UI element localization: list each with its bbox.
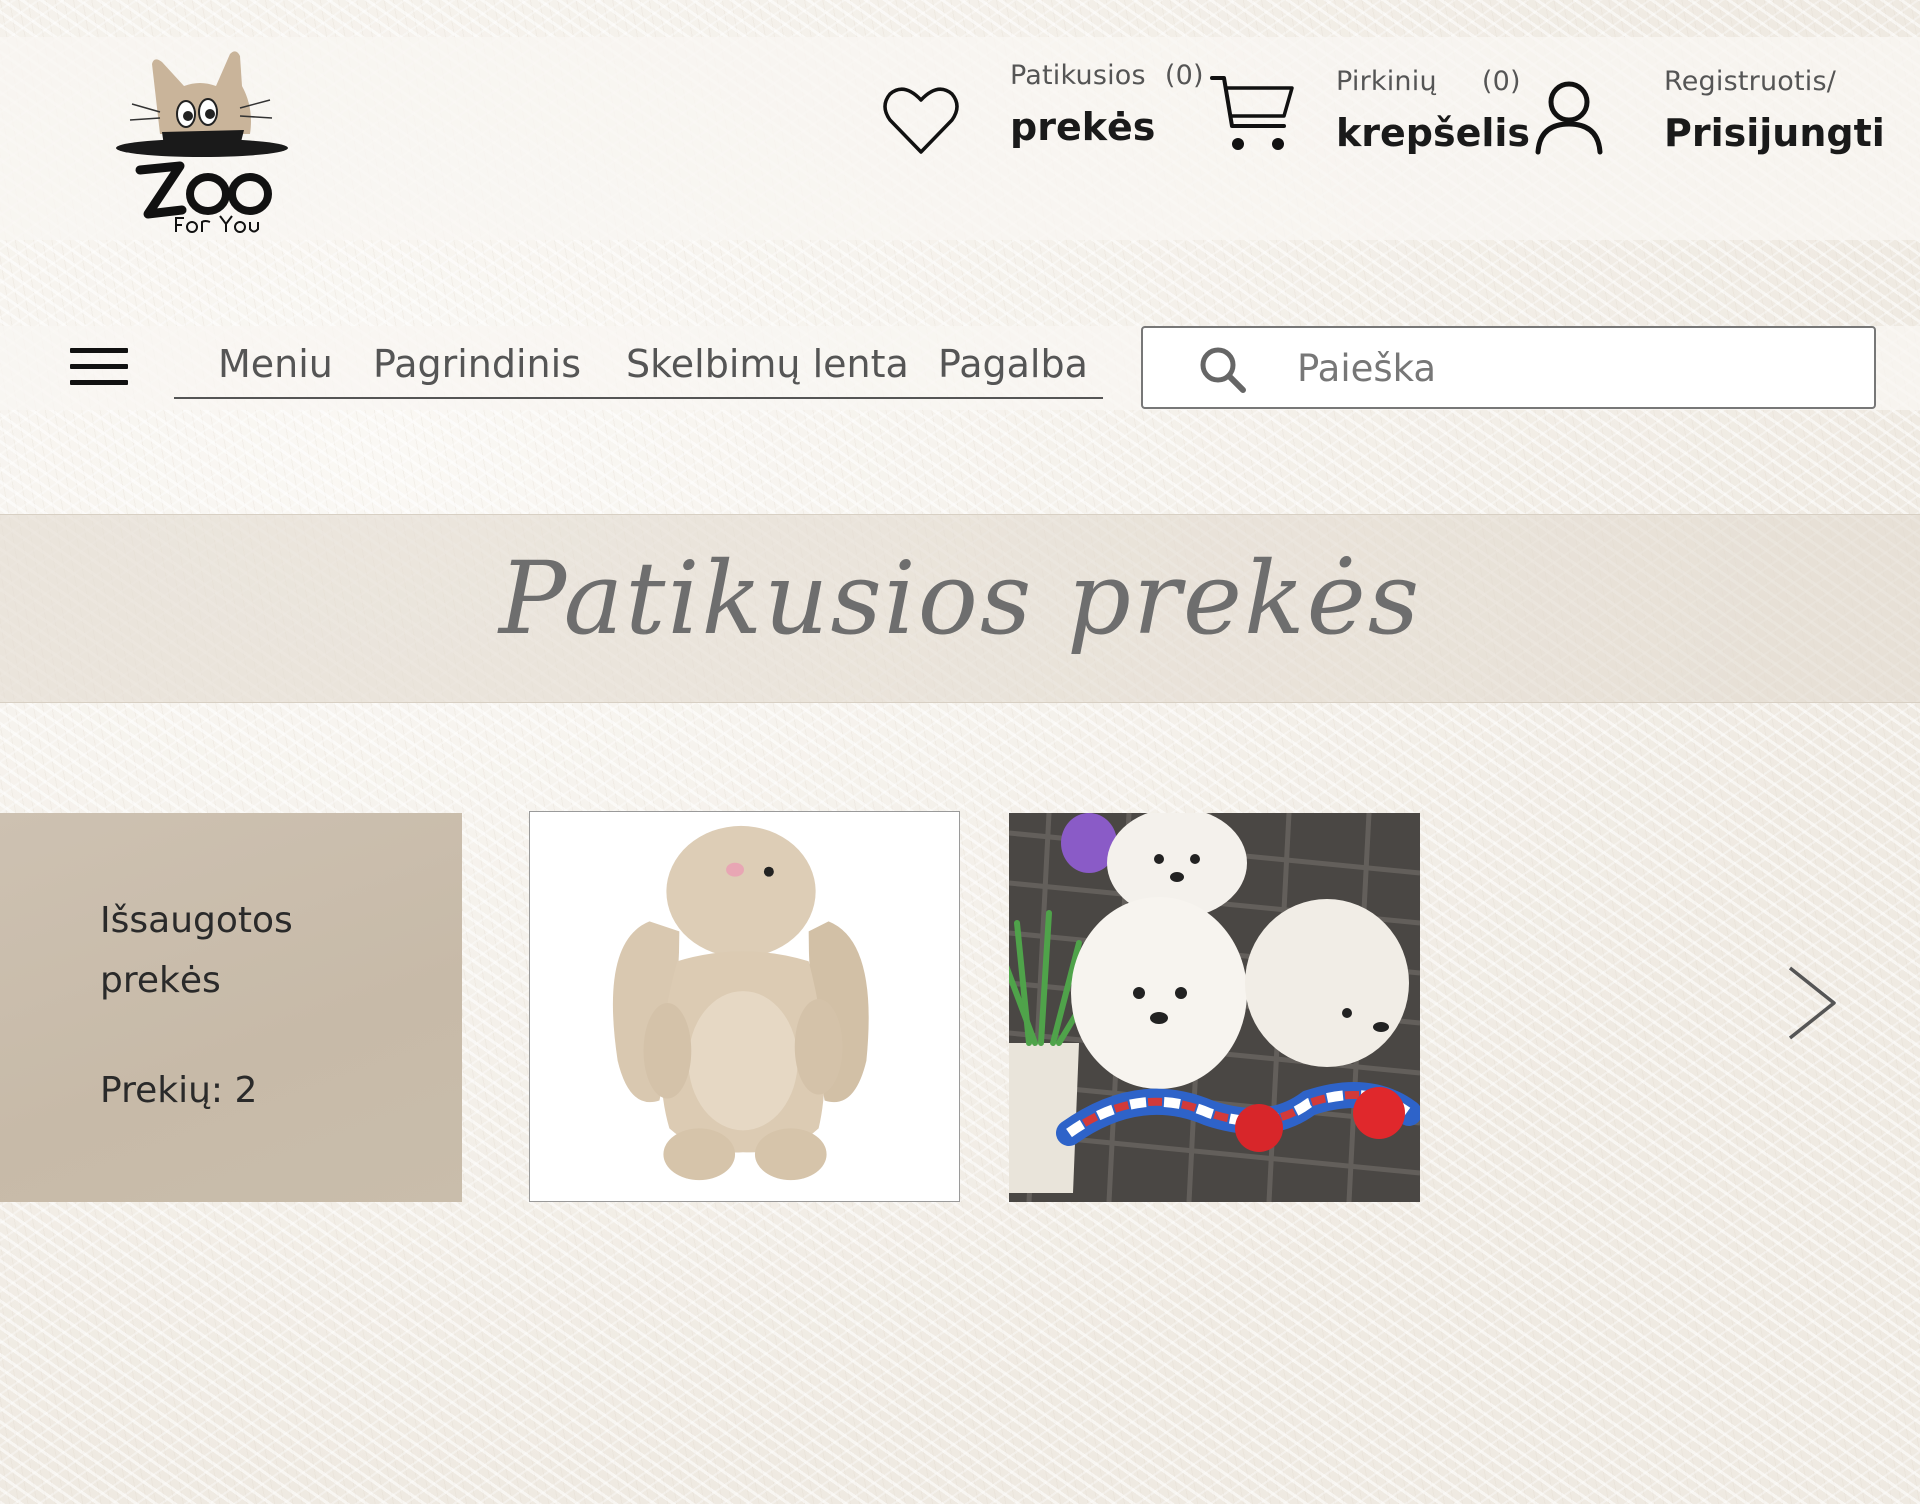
account-label-top: Registruotis/ — [1664, 66, 1837, 97]
favorites-label-bottom: prekės — [1010, 105, 1156, 149]
puppies-image — [1009, 813, 1420, 1202]
favorites-link[interactable]: Patikusios (0) prekės — [1010, 60, 1204, 149]
product-card-puppies[interactable] — [1009, 813, 1420, 1202]
heart-icon[interactable] — [882, 84, 960, 158]
nav-link-pagrindinis[interactable]: Pagrindinis — [373, 342, 581, 386]
cart-label-bottom: krepšelis — [1336, 111, 1531, 155]
favorites-count: (0) — [1164, 60, 1204, 91]
nav-link-pagalba[interactable]: Pagalba — [938, 342, 1088, 386]
hamburger-icon[interactable] — [70, 348, 128, 388]
favorites-label-top: Patikusios — [1010, 60, 1146, 91]
page-title: Patikusios prekės — [498, 540, 1422, 657]
product-card-bunny[interactable] — [529, 811, 960, 1202]
user-icon[interactable] — [1534, 80, 1604, 156]
chevron-right-icon[interactable] — [1782, 964, 1842, 1042]
nav-link-skelbimu-lenta[interactable]: Skelbimų lenta — [626, 342, 909, 386]
saved-items-title-line1: Išsaugotos — [100, 900, 293, 941]
saved-items-title-line2: prekės — [100, 960, 221, 1001]
cart-count: (0) — [1481, 66, 1521, 97]
bunny-plush-image — [530, 812, 959, 1201]
search-bar[interactable] — [1141, 326, 1876, 409]
search-input[interactable] — [1297, 340, 1837, 396]
saved-items-panel: Išsaugotos prekės Prekių: 2 — [0, 813, 462, 1202]
search-icon[interactable] — [1197, 344, 1247, 394]
nav-underline — [174, 397, 1103, 399]
cart-link[interactable]: Pirkinių (0) krepšelis — [1336, 66, 1530, 155]
cart-label-top: Pirkinių — [1336, 66, 1437, 97]
account-label-bottom: Prisijungti — [1664, 111, 1885, 155]
site-logo[interactable] — [112, 46, 292, 236]
saved-items-title: Išsaugotos prekės — [100, 891, 400, 1011]
account-link[interactable]: Registruotis/ Prisijungti — [1664, 66, 1885, 155]
saved-items-count: Prekių: 2 — [100, 1070, 258, 1111]
cart-icon[interactable] — [1208, 72, 1296, 156]
nav-link-meniu[interactable]: Meniu — [218, 342, 333, 386]
